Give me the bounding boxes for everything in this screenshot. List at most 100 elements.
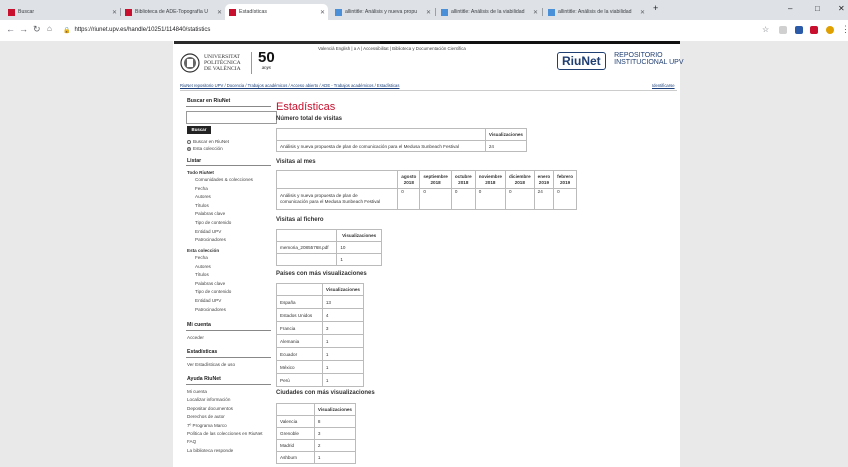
search-button[interactable]: Buscar: [187, 126, 211, 134]
extension-icon[interactable]: [779, 26, 787, 34]
radio-search-collection[interactable]: Esta colección: [187, 146, 223, 151]
table-row: Perú 1: [276, 373, 365, 387]
tab-allintitle-2[interactable]: allintitle: Análisis de la viabilidad ✕: [437, 4, 541, 20]
anniversary-number: 50: [258, 49, 275, 66]
divider: [180, 90, 677, 91]
sidebar-link[interactable]: Fecha: [195, 186, 208, 191]
upv-logo[interactable]: UNIVERSITAT POLITÈCNICA DE VALÈNCIA: [180, 53, 241, 73]
month-name: agosto: [401, 173, 417, 179]
sidebar-link[interactable]: Mi cuenta: [187, 389, 207, 394]
month-column-header: octubre 2018: [450, 170, 476, 189]
sidebar-link[interactable]: Entidad UPV: [195, 229, 221, 234]
row-label: Alemania: [276, 334, 323, 348]
tab-close-icon[interactable]: ✕: [320, 9, 325, 16]
sidebar-link[interactable]: Tipo de contenido: [195, 289, 231, 294]
sidebar-link[interactable]: Patrocinadores: [195, 307, 226, 312]
visits-count: 1: [321, 347, 365, 361]
file-link[interactable]: memoria_20855768.pdf: [275, 241, 338, 254]
usage-stats-link[interactable]: Ver Estadísticas de uso: [187, 362, 235, 367]
visits-count: 1: [321, 373, 365, 387]
forward-icon[interactable]: →: [19, 24, 28, 34]
extension-icon[interactable]: [795, 26, 803, 34]
item-title: Análisis y nueva propuesta de plan de co…: [275, 188, 399, 210]
table-row: Madrid 2: [276, 439, 357, 452]
sidebar-link[interactable]: Palabras clave: [195, 281, 225, 286]
row-label: Valencia: [276, 415, 315, 428]
sidebar-link[interactable]: Derechos de autor: [187, 414, 225, 419]
tab-allintitle-1[interactable]: allintitle: Análisis y nueva propu ✕: [331, 4, 434, 20]
top-bar-dark: [380, 41, 680, 44]
file-link[interactable]: [275, 253, 338, 266]
repo-title: REPOSITORIO INSTITUCIONAL UPV: [614, 52, 683, 66]
sidebar-link[interactable]: Fecha: [195, 255, 208, 260]
login-link[interactable]: Identificarse: [652, 83, 675, 88]
sidebar-link[interactable]: Autores: [195, 264, 211, 269]
month-visits: 0: [397, 188, 421, 210]
table-row: Alemania 1: [276, 334, 365, 348]
breadcrumb[interactable]: RiuNet repositorio UPV / Docencia / Trab…: [180, 83, 399, 88]
row-label: Grenoble: [276, 427, 315, 440]
month-year: 2019: [559, 179, 571, 185]
maximize-button[interactable]: □: [815, 4, 820, 13]
sidebar-link[interactable]: Comunidades & colecciones: [195, 177, 253, 182]
visits-count: 1: [321, 360, 365, 374]
address-bar[interactable]: 🔒 https://riunet.upv.es/handle/10251/114…: [63, 22, 210, 38]
sidebar-link[interactable]: Autores: [195, 194, 211, 199]
top-links[interactable]: Valencià English | a A | Accessibilitat …: [318, 46, 466, 51]
sidebar-link[interactable]: FAQ: [187, 439, 196, 444]
login-link[interactable]: Acceder: [187, 335, 204, 340]
month-column-header: diciembre 2018: [504, 170, 535, 189]
sidebar-link[interactable]: Palabras clave: [195, 211, 225, 216]
countries-heading: Países con más visualizaciones: [276, 271, 367, 277]
back-icon[interactable]: ←: [6, 24, 15, 34]
sidebar-link[interactable]: Política de las colecciones en RiuNet: [187, 431, 263, 436]
tab-close-icon[interactable]: ✕: [533, 9, 538, 16]
radio-label: Esta colección: [193, 146, 223, 151]
tab-biblioteca[interactable]: Biblioteca de ADE-Topografía U ✕: [121, 4, 225, 20]
sidebar-link[interactable]: 7º Programa Marco: [187, 423, 227, 428]
extension-icon[interactable]: [810, 26, 818, 34]
tab-title: Biblioteca de ADE-Topografía U: [135, 9, 208, 15]
search-input[interactable]: [186, 111, 277, 124]
sidebar-link[interactable]: Entidad UPV: [195, 298, 221, 303]
month-year: 2018: [485, 179, 496, 185]
sidebar-link[interactable]: Tipo de contenido: [195, 220, 231, 225]
stats-heading: Estadísticas: [187, 349, 218, 355]
tab-allintitle-3[interactable]: allintitle: Análisis de la viabilidad ✕: [544, 4, 648, 20]
sidebar-link[interactable]: La biblioteca responde: [187, 448, 233, 453]
new-tab-button[interactable]: +: [653, 3, 658, 13]
tab-close-icon[interactable]: ✕: [112, 9, 117, 16]
tab-title: allintitle: Análisis de la viabilidad: [451, 9, 525, 15]
logo-divider: [251, 52, 252, 74]
reload-icon[interactable]: ↻: [33, 24, 41, 35]
countries-table: Visualizaciones España 13 Estados Unidos 4 F…: [276, 283, 365, 387]
month-year: 2018: [430, 179, 441, 185]
tab-estadisticas[interactable]: Estadísticas ✕: [225, 4, 328, 20]
sidebar-link[interactable]: Títulos: [195, 203, 209, 208]
table-row: memoria_20855768.pdf 10: [275, 241, 382, 254]
sidebar-link[interactable]: Patrocinadores: [195, 237, 226, 242]
menu-icon[interactable]: ⋮: [841, 24, 848, 35]
divider: [186, 384, 271, 385]
radio-search-all[interactable]: Buscar en RiuNet: [187, 139, 229, 144]
tab-close-icon[interactable]: ✕: [217, 9, 222, 16]
google-scholar-favicon-icon: [335, 8, 342, 16]
visits-count: 4: [321, 308, 365, 322]
sidebar-link[interactable]: Títulos: [195, 272, 209, 277]
tab-title: allintitle: Análisis de la viabilidad: [558, 9, 632, 15]
tab-buscar[interactable]: Buscar ✕: [4, 4, 120, 20]
table-row: España 13: [276, 295, 365, 309]
bookmark-star-icon[interactable]: ☆: [762, 25, 769, 34]
sidebar-link[interactable]: Depositar documentos: [187, 406, 233, 411]
sidebar-link[interactable]: Localizar información: [187, 397, 230, 402]
riunet-logo[interactable]: RiuNet REPOSITORIO INSTITUCIONAL UPV: [557, 52, 684, 70]
home-icon[interactable]: ⌂: [47, 24, 52, 33]
column-header: Visualizaciones: [484, 128, 528, 141]
minimize-button[interactable]: –: [788, 4, 792, 13]
tab-close-icon[interactable]: ✕: [426, 9, 431, 16]
month-visits: 0: [553, 188, 577, 210]
month-name: septiembre: [423, 173, 448, 179]
tab-close-icon[interactable]: ✕: [640, 9, 645, 16]
close-window-button[interactable]: ✕: [838, 4, 845, 13]
profile-avatar-icon[interactable]: [826, 26, 834, 34]
